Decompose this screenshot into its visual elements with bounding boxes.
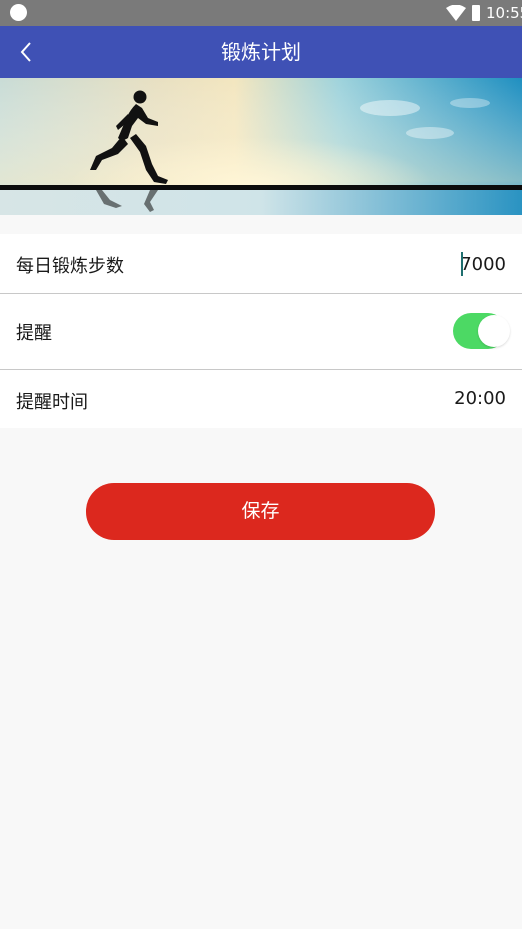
- remind-toggle[interactable]: [453, 311, 510, 351]
- daily-steps-label: 每日锻炼步数: [16, 256, 124, 277]
- remind-row: 提醒: [0, 294, 522, 370]
- app-bar: 锻炼计划: [0, 26, 522, 78]
- remind-time-value[interactable]: 20:00: [454, 388, 506, 409]
- wifi-icon: [446, 5, 466, 21]
- battery-icon: [472, 5, 480, 21]
- notification-dot-icon: [10, 4, 27, 21]
- status-bar: 10:55: [0, 0, 522, 26]
- chevron-left-icon: [20, 42, 31, 62]
- remind-time-label: 提醒时间: [16, 392, 88, 413]
- text-cursor: [461, 252, 463, 276]
- save-button[interactable]: 保存: [86, 483, 435, 540]
- page-title: 锻炼计划: [221, 40, 301, 64]
- remind-label: 提醒: [16, 323, 52, 344]
- daily-steps-row: 每日锻炼步数: [0, 234, 522, 294]
- toggle-knob: [478, 315, 510, 347]
- back-button[interactable]: [10, 36, 42, 68]
- banner-image: [0, 78, 522, 215]
- remind-time-row[interactable]: 提醒时间 20:00: [0, 370, 522, 428]
- runner-illustration: [0, 78, 522, 215]
- settings-list: 每日锻炼步数 提醒 提醒时间 20:00: [0, 234, 522, 428]
- status-time: 10:55: [486, 4, 522, 22]
